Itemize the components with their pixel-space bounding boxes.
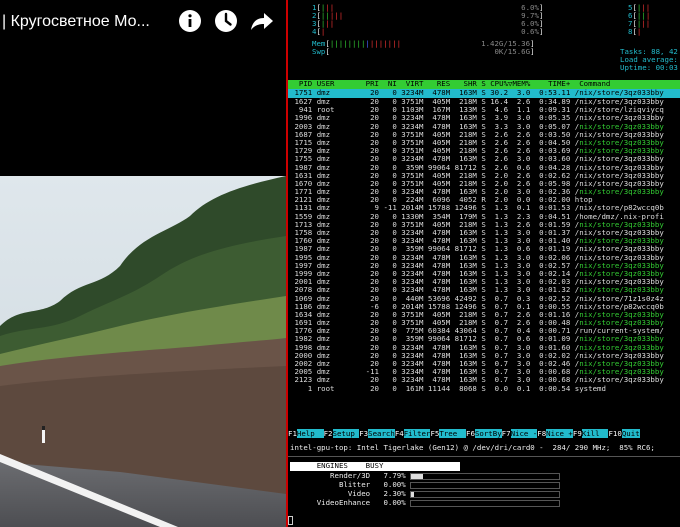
fkey-label[interactable]: Quit [621,429,640,438]
engine-busy: 0.00% [370,480,406,489]
fkey-f9[interactable]: F9 [573,429,582,438]
engine-row: Render/3D 7.79% [290,471,406,480]
fkey-label[interactable]: Help [296,429,324,438]
process-row-fields: 1 root 20 0 161M 11144 8068 S 0.0 0.1 0:… [290,383,580,393]
info-icon[interactable] [178,9,202,33]
process-list[interactable]: 1627 dmz 20 0 3751M 405M 218M S 16.4 2.6… [288,97,680,393]
fkey-label[interactable]: Setup [332,429,360,438]
video-title[interactable]: | Кругосветное Мо... [2,13,174,31]
engine-row: Blitter 0.00% [290,480,406,489]
engine-name: Render/3D [290,471,371,480]
function-key-bar: F1Help F2Setup F3SearchF4FilterF5Tree F6… [288,429,680,439]
process-row[interactable]: 1 root 20 0 161M 11144 8068 S 0.0 0.1 0:… [288,383,680,393]
engine-name: VideoEnhance [290,498,371,507]
fkey-label[interactable]: Search [368,429,395,438]
terminal-cursor [288,516,293,525]
engine-busy: 2.30% [370,489,406,498]
engine-name: Blitter [290,480,371,489]
fkey-label[interactable]: Nice + [546,429,573,438]
fkey-f3[interactable]: F3 [359,429,368,438]
share-icon[interactable] [250,9,274,33]
cpu-meter-4: 4[| 0.6%] [312,27,544,36]
engines-header: ENGINES BUSY [290,461,460,471]
engine-row: Video 2.30% [290,489,406,498]
fkey-f5[interactable]: F5 [430,429,439,438]
engine-busy: 7.79% [370,471,406,480]
uptime: Uptime: 00:03 [620,63,678,72]
terminal[interactable]: 1[||| 6.0%] 2[||||| 9.7%] 3[||| 6.0%] 4[… [288,0,680,527]
fkey-f2[interactable]: F2 [324,429,333,438]
fkey-f4[interactable]: F4 [395,429,404,438]
fkey-f8[interactable]: F8 [537,429,546,438]
fkey-label[interactable]: SortBy [474,429,502,438]
engine-busy-bar [410,500,560,507]
swap-meter: Swp[ 0K/15.6G] [312,47,535,56]
fkey-label[interactable]: Kill [581,429,609,438]
fkey-f6[interactable]: F6 [466,429,475,438]
htop-meters: 1[||| 6.0%] 2[||||| 9.7%] 3[||| 6.0%] 4[… [288,3,680,76]
engine-busy-bar [410,482,560,489]
cpu-meter-8: 8[| [628,27,642,36]
fkey-label[interactable]: Nice - [510,429,538,438]
fkey-label[interactable]: Tree [439,429,467,438]
gpu-status-line: intel-gpu-top: Intel Tigerlake (Gen12) @… [290,443,655,452]
engine-busy: 0.00% [370,498,406,507]
video-player[interactable]: | Кругосветное Мо... [0,0,286,527]
process-row-command: ystemd [579,383,606,393]
engine-busy-bar [410,473,560,480]
fkey-f7[interactable]: F7 [502,429,511,438]
engine-busy-bar [410,491,560,498]
gpu-separator [288,456,680,457]
engine-name: Video [290,489,371,498]
fkey-f1[interactable]: F1 [288,429,297,438]
engine-row: VideoEnhance 0.00% [290,498,406,507]
fkey-label[interactable]: Filter [403,429,431,438]
video-top-bar: | Кругосветное Мо... [0,0,286,44]
fkey-f10[interactable]: F10 [608,429,621,438]
video-frame [0,176,286,527]
clock-icon[interactable] [214,9,238,33]
